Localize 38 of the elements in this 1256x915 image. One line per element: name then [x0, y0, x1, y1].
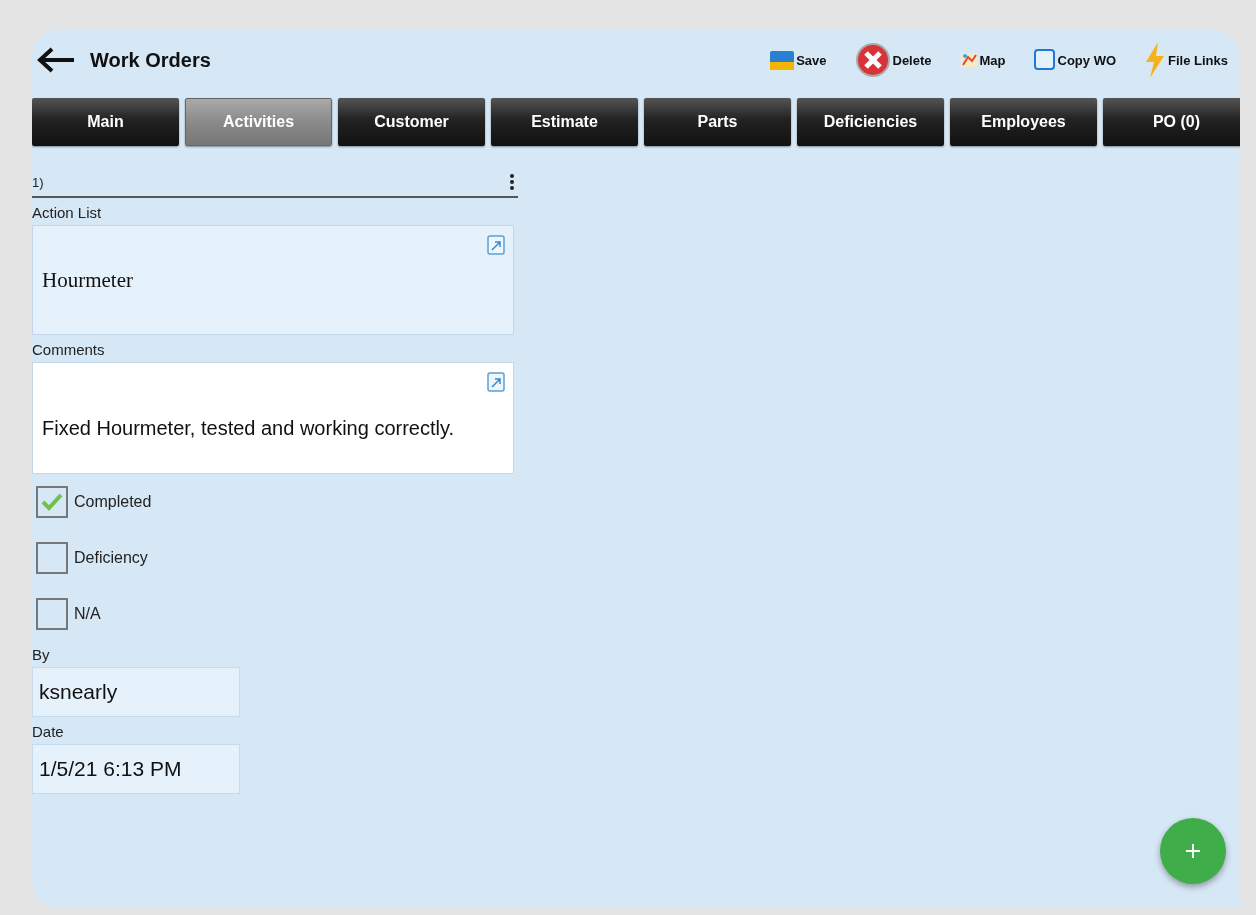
field-label: By	[32, 646, 51, 663]
save-button[interactable]: Save	[770, 49, 827, 71]
add-button[interactable]	[1160, 818, 1226, 884]
field-label: Date	[32, 723, 65, 740]
window-title: Work Orders	[90, 48, 212, 72]
checkbox-label: N/A	[74, 605, 101, 623]
checkbox[interactable]	[36, 598, 68, 630]
copy-icon	[1033, 49, 1056, 71]
checkbox[interactable]	[36, 486, 68, 518]
tab[interactable]: Main	[32, 98, 179, 146]
tab[interactable]: Estimate	[491, 98, 638, 146]
copy-button[interactable]: Copy WO	[1033, 49, 1117, 71]
field-label: Action List	[32, 204, 103, 221]
checkbox-label: Deficiency	[74, 549, 148, 567]
lightning-icon	[1144, 42, 1167, 78]
action-list-field[interactable]: Hourmeter	[32, 225, 514, 335]
tab[interactable]: Deficiencies	[797, 98, 944, 146]
map-icon	[959, 51, 978, 69]
tab[interactable]: Parts	[644, 98, 791, 146]
activity-number: 1)	[32, 174, 44, 190]
links-button[interactable]: File Links	[1144, 42, 1228, 78]
comments-field[interactable]: Fixed Hourmeter, tested and working correctly.	[32, 362, 514, 474]
expand-icon[interactable]	[487, 372, 505, 392]
by-field[interactable]: ksnearly	[32, 667, 240, 717]
delete-button[interactable]: Delete	[854, 42, 932, 78]
delete-icon	[854, 42, 891, 78]
tab[interactable]: Customer	[338, 98, 485, 146]
checkbox-label: Completed	[74, 493, 152, 511]
date-field[interactable]: 1/5/21 6:13 PM	[32, 744, 240, 794]
tab[interactable]: Employees	[950, 98, 1097, 146]
back-button[interactable]	[36, 46, 76, 74]
tab[interactable]: PO (0)	[1103, 98, 1240, 146]
folder-icon	[770, 49, 795, 71]
field-label: Comments	[32, 341, 106, 358]
checkbox[interactable]	[36, 542, 68, 574]
map-button[interactable]: Map	[959, 51, 1006, 69]
plus-icon	[1184, 842, 1202, 860]
expand-icon[interactable]	[487, 235, 505, 255]
